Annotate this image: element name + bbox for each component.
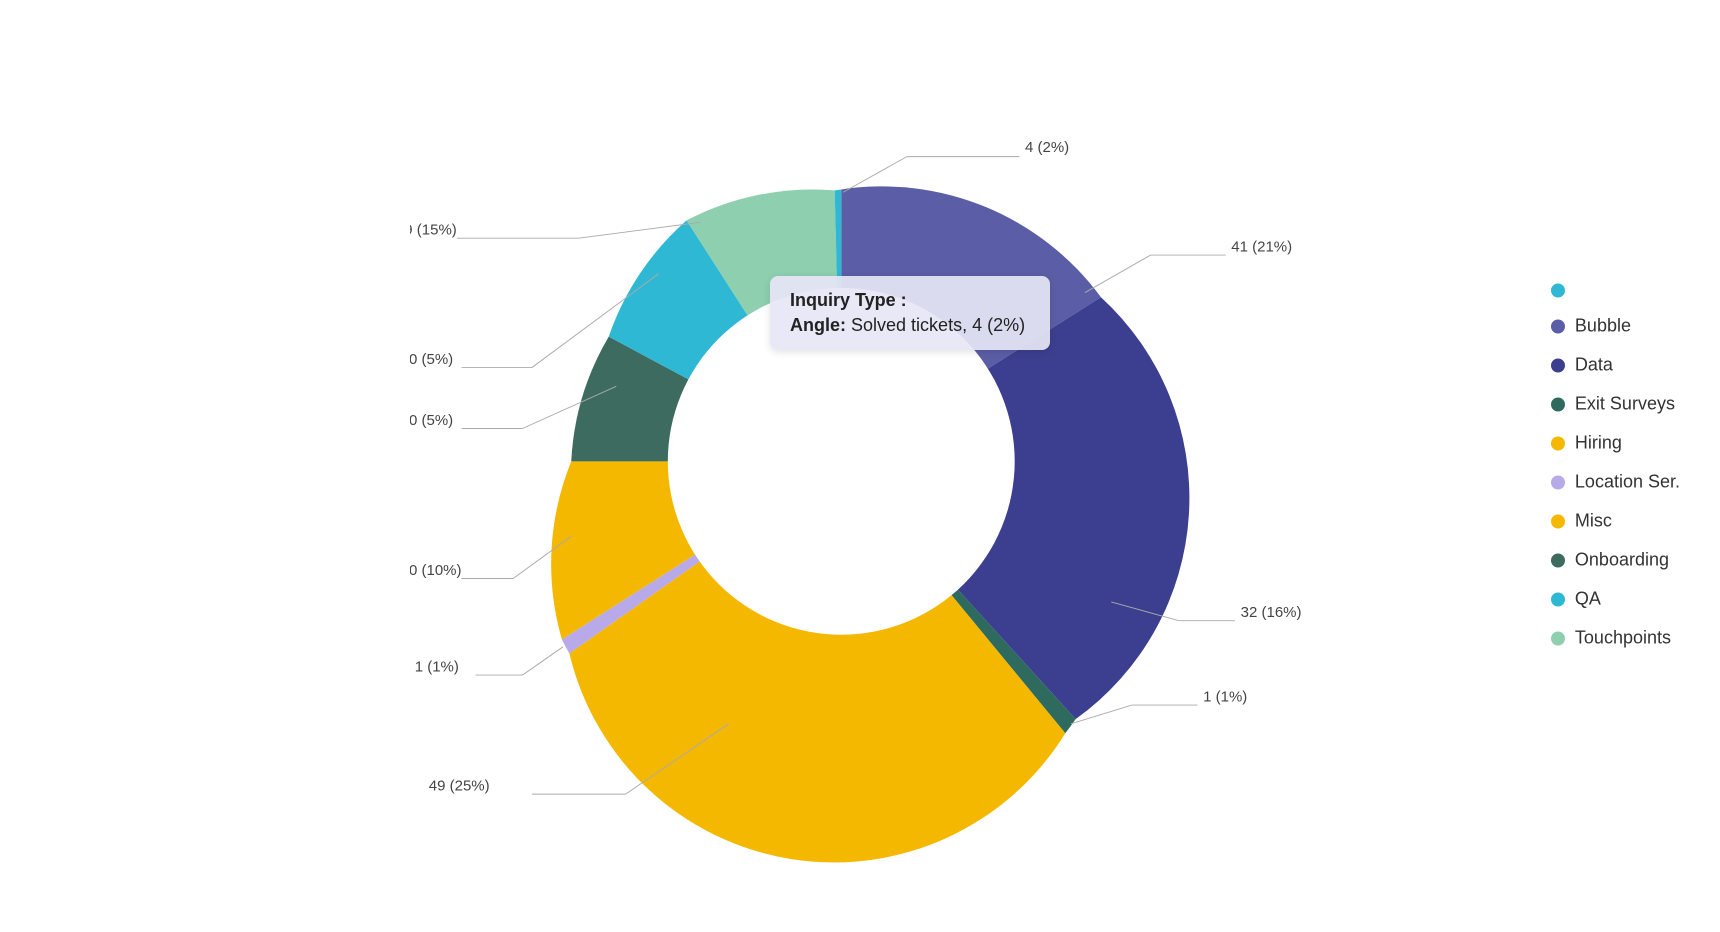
legend-item-exit-surveys: Exit Surveys <box>1551 394 1680 415</box>
legend-dot <box>1551 475 1565 489</box>
label-10-qa: 10 (5%) <box>410 351 453 368</box>
legend-dot <box>1551 631 1565 645</box>
legend-item-touchpoints: Touchpoints <box>1551 628 1680 649</box>
donut-hole <box>668 288 1015 635</box>
legend-dot <box>1551 319 1565 333</box>
legend-label: Bubble <box>1575 316 1631 337</box>
donut-area: 4 (2%) 41 (21%) 32 (16%) 1 (1%) 49 (25%)… <box>310 16 1410 916</box>
legend-label: Touchpoints <box>1575 628 1671 649</box>
legend-dot <box>1551 553 1565 567</box>
legend-item-data: Data <box>1551 355 1680 376</box>
legend-item-cyan <box>1551 284 1680 298</box>
legend-item-misc: Misc <box>1551 511 1680 532</box>
legend-dot <box>1551 358 1565 372</box>
legend-dot <box>1551 514 1565 528</box>
label-32: 32 (16%) <box>1241 604 1302 621</box>
legend-item-bubble: Bubble <box>1551 316 1680 337</box>
chart-legend: Bubble Data Exit Surveys Hiring Location Ser… <box>1551 284 1680 649</box>
label-49: 49 (25%) <box>429 777 490 794</box>
legend-dot <box>1551 592 1565 606</box>
legend-label: Exit Surveys <box>1575 394 1675 415</box>
legend-label: Data <box>1575 355 1613 376</box>
legend-dot <box>1551 436 1565 450</box>
label-line-6 <box>523 647 563 675</box>
legend-label: QA <box>1575 589 1601 610</box>
legend-item-hiring: Hiring <box>1551 433 1680 454</box>
label-line-2 <box>1085 255 1151 293</box>
label-1-loc: 1 (1%) <box>415 658 459 675</box>
label-41: 41 (21%) <box>1231 238 1292 255</box>
label-4: 4 (2%) <box>1025 139 1069 156</box>
legend-label: Location Ser. <box>1575 472 1680 493</box>
legend-item-onboarding: Onboarding <box>1551 550 1680 571</box>
donut-chart-svg: 4 (2%) 41 (21%) 32 (16%) 1 (1%) 49 (25%)… <box>410 41 1310 891</box>
legend-label: Onboarding <box>1575 550 1669 571</box>
legend-dot <box>1551 284 1565 298</box>
label-29: 29 (15%) <box>410 221 457 238</box>
legend-item-location-ser.: Location Ser. <box>1551 472 1680 493</box>
legend-dot <box>1551 397 1565 411</box>
legend-label: Misc <box>1575 511 1612 532</box>
legend-item-qa: QA <box>1551 589 1680 610</box>
chart-container: 4 (2%) 41 (21%) 32 (16%) 1 (1%) 49 (25%)… <box>0 0 1720 932</box>
label-20: 20 (10%) <box>410 562 462 579</box>
label-1-exit: 1 (1%) <box>1203 688 1247 705</box>
legend-label: Hiring <box>1575 433 1622 454</box>
label-10-onboard: 10 (5%) <box>410 412 453 429</box>
